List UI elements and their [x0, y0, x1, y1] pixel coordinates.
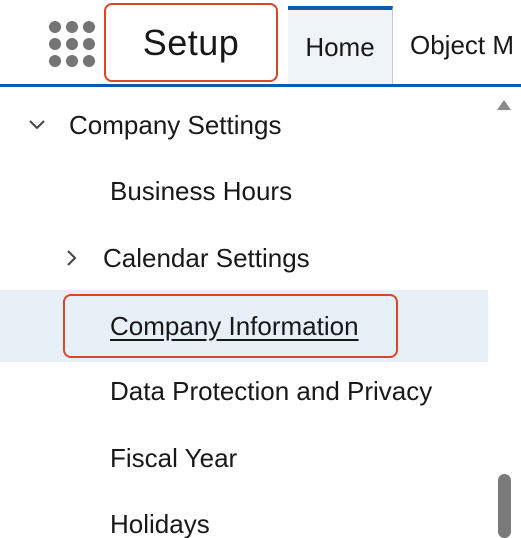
tree-item-label: Data Protection and Privacy [110, 375, 433, 406]
tree-item-label: Calendar Settings [103, 242, 310, 273]
launcher-dot [49, 21, 61, 33]
launcher-dot [49, 55, 61, 67]
launcher-dot [66, 38, 78, 50]
app-launcher-icon[interactable] [49, 21, 103, 75]
launcher-dot [83, 55, 95, 67]
tree-item-label: Business Hours [110, 175, 293, 206]
header-divider [0, 84, 521, 87]
tree-item-calendar-settings[interactable]: Calendar Settings [0, 227, 488, 289]
scroll-up-arrow-icon[interactable] [497, 100, 511, 110]
chevron-right-icon[interactable] [60, 247, 82, 269]
tab-home[interactable]: Home [288, 6, 393, 84]
tree-item-fiscal-year[interactable]: Fiscal Year [0, 427, 488, 489]
tab-object-manager[interactable]: Object M [394, 6, 521, 84]
scroll-thumb[interactable] [498, 474, 511, 538]
launcher-dot [83, 21, 95, 33]
chevron-down-icon[interactable] [26, 114, 48, 136]
tree-item-holidays[interactable]: Holidays [0, 493, 488, 538]
launcher-dot [66, 21, 78, 33]
launcher-dot [83, 38, 95, 50]
app-name-highlight: Setup [104, 3, 278, 82]
tree-item-company-settings[interactable]: Company Settings [0, 94, 488, 156]
launcher-dot [66, 55, 78, 67]
setup-tree: Company Settings Business Hours Calendar… [0, 88, 488, 538]
app-name: Setup [142, 21, 240, 63]
launcher-dot [49, 38, 61, 50]
tree-scrollbar[interactable] [488, 88, 521, 538]
tree-item-label: Fiscal Year [110, 442, 238, 473]
tree-item-business-hours[interactable]: Business Hours [0, 160, 488, 222]
tree-item-data-protection[interactable]: Data Protection and Privacy [0, 360, 488, 422]
tree-item-label: Holidays [110, 508, 210, 538]
tree-item-label[interactable]: Company Information [110, 311, 359, 342]
global-header: Setup Home Object M [0, 0, 521, 87]
tree-item-company-information[interactable]: Company Information [0, 290, 488, 362]
tree-item-label: Company Settings [69, 109, 282, 140]
